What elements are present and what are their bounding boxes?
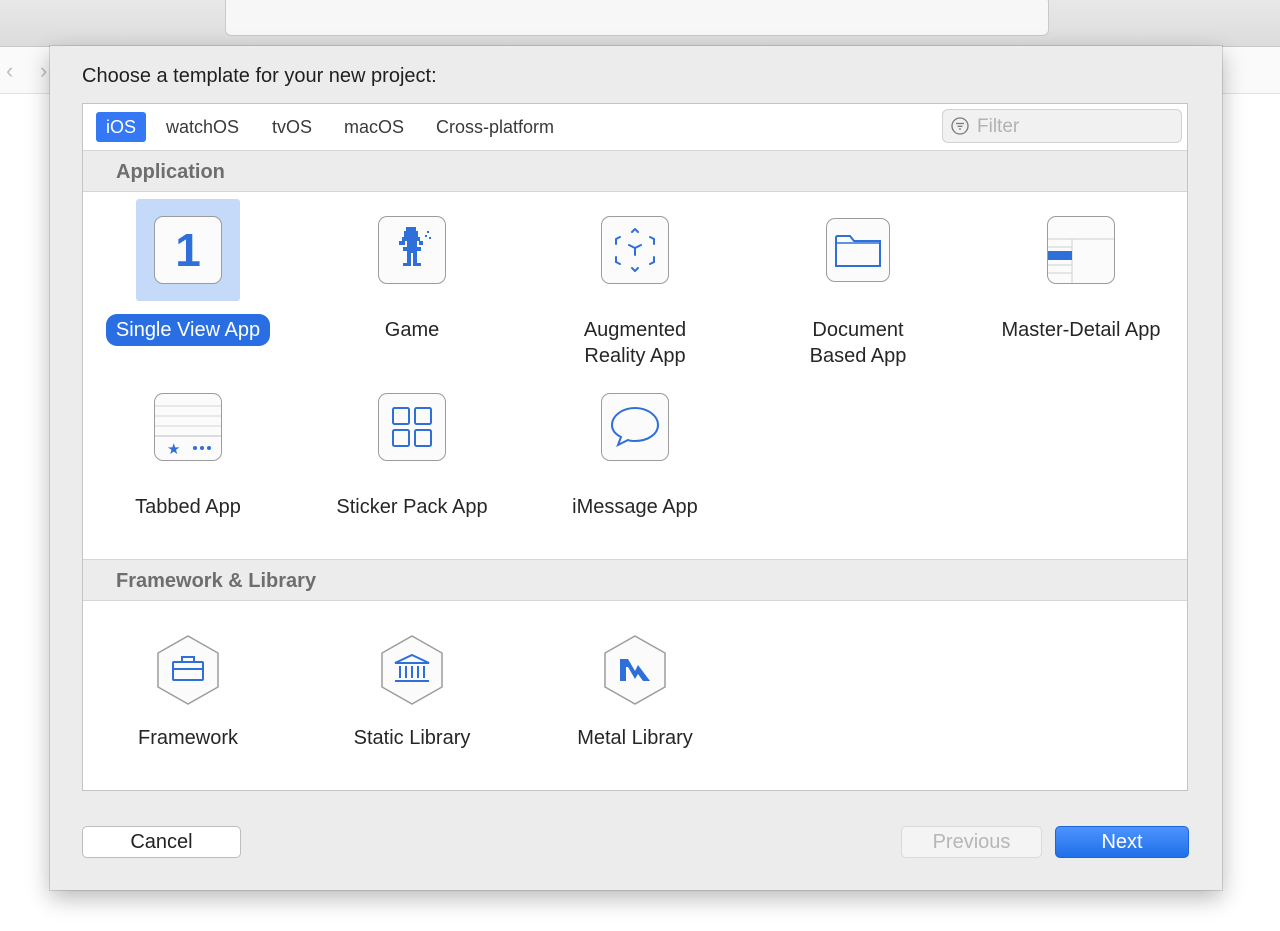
- svg-text:★: ★: [167, 440, 180, 458]
- template-label: Framework: [137, 727, 238, 749]
- template-master-detail-app[interactable]: Master-Detail App: [981, 199, 1181, 349]
- tabbed-app-icon: ★: [154, 393, 222, 461]
- filter-input[interactable]: [975, 114, 1174, 140]
- tabbed-glyph-icon: ★: [155, 405, 221, 458]
- game-glyph-icon: [399, 227, 431, 266]
- folder-icon: [835, 235, 881, 267]
- framework-icon: [157, 635, 219, 705]
- forward-arrow-icon: ›: [40, 58, 48, 83]
- filter-icon: [951, 117, 969, 135]
- tab-macos[interactable]: macOS: [334, 112, 414, 142]
- previous-button[interactable]: Previous: [901, 826, 1042, 858]
- template-label: Game: [384, 319, 440, 341]
- template-icon-box: [1029, 199, 1133, 301]
- template-label: Tabbed App: [135, 496, 241, 518]
- template-label-line: Reality App: [584, 345, 686, 367]
- template-icon-box: [360, 376, 464, 478]
- ar-app-icon: [601, 216, 669, 284]
- background-address-bar: [225, 0, 1049, 36]
- section-header-application: Application: [83, 150, 1187, 192]
- master-detail-glyph-icon: [1048, 238, 1114, 283]
- filter-field[interactable]: [942, 109, 1182, 143]
- new-project-sheet: Choose a template for your new project: …: [50, 46, 1222, 890]
- next-button[interactable]: Next: [1055, 826, 1189, 858]
- template-label: Single View App: [88, 314, 288, 346]
- template-metal-library[interactable]: Metal Library: [535, 619, 735, 769]
- template-icon-selected: 1: [136, 199, 240, 301]
- template-icon-box: [360, 199, 464, 301]
- template-document-based-app[interactable]: Document Based App: [758, 199, 958, 369]
- master-detail-icon: [1047, 216, 1115, 284]
- section-header-framework-library: Framework & Library: [83, 559, 1187, 601]
- template-label: Master-Detail App: [1001, 319, 1161, 341]
- template-icon-box: [583, 376, 687, 478]
- template-label: iMessage App: [572, 496, 698, 518]
- single-view-app-icon-text: 1: [175, 224, 201, 276]
- template-label: Augmented Reality App: [535, 317, 735, 369]
- template-sticker-pack-app[interactable]: Sticker Pack App: [312, 376, 512, 526]
- speech-bubble-icon: [610, 406, 660, 448]
- tab-cross-platform[interactable]: Cross-platform: [426, 112, 564, 142]
- template-label-line: Augmented: [583, 319, 687, 341]
- cancel-button[interactable]: Cancel: [82, 826, 241, 858]
- template-icon-box: [806, 199, 910, 301]
- grid-icon: [392, 407, 432, 447]
- template-augmented-reality-app[interactable]: Augmented Reality App: [535, 199, 735, 369]
- static-library-icon: [381, 635, 443, 705]
- template-label: Static Library: [353, 727, 471, 749]
- sticker-pack-icon: [378, 393, 446, 461]
- template-tabbed-app[interactable]: ★ Tabbed App: [88, 376, 288, 526]
- template-icon-box: [360, 619, 464, 721]
- metal-library-icon: [604, 635, 666, 705]
- sheet-title: Choose a template for your new project:: [82, 65, 437, 87]
- template-label: Sticker Pack App: [336, 496, 488, 518]
- platform-tab-bar: iOS watchOS tvOS macOS Cross-platform: [83, 104, 1187, 151]
- single-view-app-icon: 1: [154, 216, 222, 284]
- template-label: Metal Library: [577, 727, 693, 749]
- template-icon-box: [136, 619, 240, 721]
- template-game[interactable]: Game: [312, 199, 512, 349]
- tab-tvos[interactable]: tvOS: [262, 112, 322, 142]
- template-static-library[interactable]: Static Library: [312, 619, 512, 769]
- template-imessage-app[interactable]: iMessage App: [535, 376, 735, 526]
- template-icon-box: [583, 199, 687, 301]
- tab-ios[interactable]: iOS: [96, 112, 147, 142]
- template-label-text: Single View App: [105, 314, 271, 346]
- template-label-line: Document: [812, 319, 904, 341]
- template-label-line: Based App: [809, 345, 907, 367]
- template-panel: iOS watchOS tvOS macOS Cross-platform Ap…: [82, 103, 1188, 791]
- ar-cube-icon: [615, 228, 655, 272]
- tab-watchos[interactable]: watchOS: [156, 112, 249, 142]
- imessage-app-icon: [601, 393, 669, 461]
- template-label: Document Based App: [758, 317, 958, 369]
- template-framework[interactable]: Framework: [88, 619, 288, 769]
- document-app-icon: [826, 218, 890, 282]
- back-arrow-icon: ‹: [6, 58, 14, 83]
- template-icon-box: ★: [136, 376, 240, 478]
- game-icon: [378, 216, 446, 284]
- template-single-view-app[interactable]: 1 Single View App: [88, 199, 288, 349]
- template-icon-box: [583, 619, 687, 721]
